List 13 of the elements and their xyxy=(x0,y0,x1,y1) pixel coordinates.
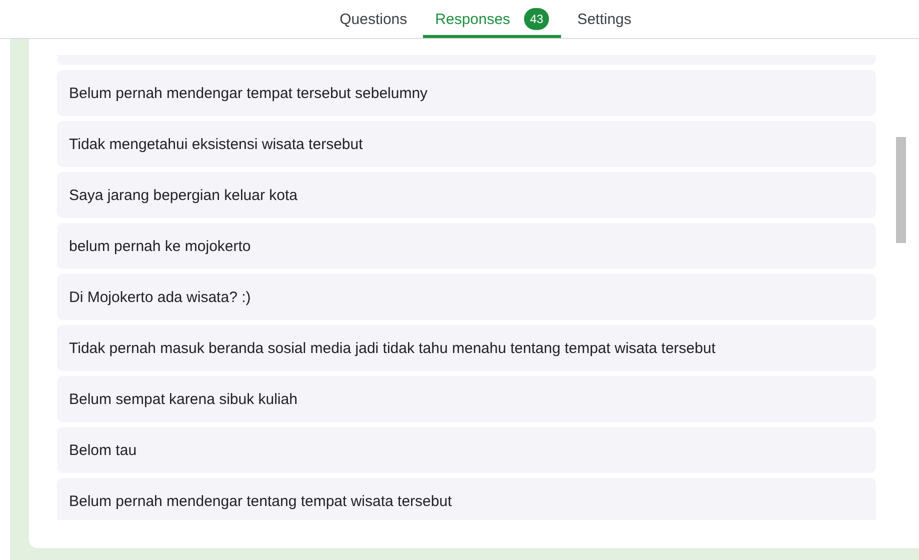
tab[interactable]: Questions xyxy=(328,0,420,38)
response-item: Di Mojokerto ada wisata? :) xyxy=(57,274,876,320)
scrollbar[interactable] xyxy=(896,137,906,243)
response-item: belum pernah ke mojokerto xyxy=(57,223,876,269)
response-item: Belum pernah mendengar tempat tersebut sebelumny xyxy=(57,70,876,116)
tab[interactable]: Settings xyxy=(565,0,644,38)
response-item: Belum sempat karena sibuk kuliah xyxy=(57,376,876,422)
response-item: Tidak mengetahui eksistensi wisata tersebut xyxy=(57,121,876,167)
response-item: Tidak pernah masuk beranda sosial media jadi tidak tahu menahu tentang tempat wisata tersebut xyxy=(57,325,876,371)
response-item: Saya jarang bepergian keluar kota xyxy=(57,172,876,218)
response-item: Belum pernah mendengar tentang tempat wisata tersebut xyxy=(57,478,876,520)
count-badge: 43 xyxy=(524,8,550,30)
response-item: Belom tau xyxy=(57,427,876,473)
